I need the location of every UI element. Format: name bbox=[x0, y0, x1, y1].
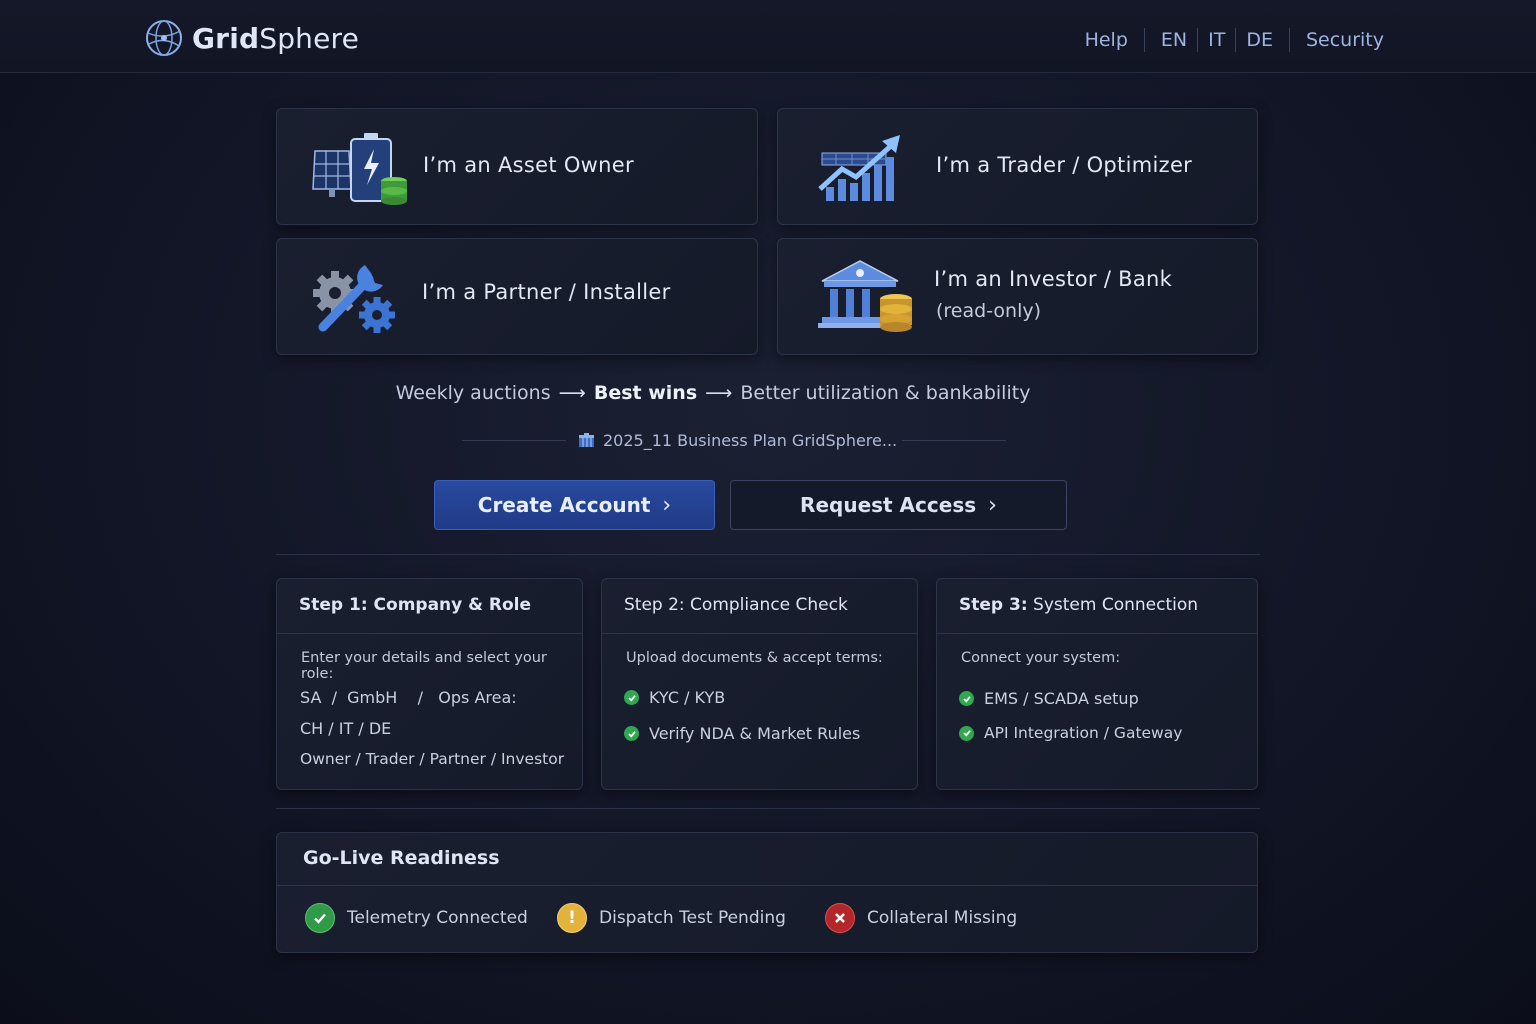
top-nav: Help EN IT DE Security bbox=[1085, 28, 1384, 52]
status-label: Collateral Missing bbox=[867, 908, 1018, 928]
battery-solar-icon bbox=[312, 133, 407, 205]
request-access-label: Request Access bbox=[800, 493, 977, 517]
step-2-card: Step 2: Compliance Check Upload document… bbox=[601, 578, 918, 790]
step-1-card: Step 1: Company & Role Enter your detail… bbox=[276, 578, 583, 790]
arrow-right-icon: ⟶ bbox=[705, 382, 733, 404]
step-3-title: Step 3: System Connection bbox=[959, 595, 1199, 615]
tagline-part1: Weekly auctions bbox=[395, 382, 551, 404]
check-circle-icon bbox=[624, 690, 639, 705]
step-3-card: Step 3: System Connection Connect your s… bbox=[936, 578, 1258, 790]
step-2-header: Step 2: Compliance Check bbox=[602, 579, 917, 634]
role-card-partner[interactable]: I’m a Partner / Installer bbox=[276, 238, 758, 355]
top-bar: GridSphere Help EN IT DE Security bbox=[0, 0, 1536, 73]
step-3-item-api: API Integration / Gateway bbox=[959, 724, 1182, 742]
chart-arrow-icon bbox=[818, 135, 900, 201]
check-circle-icon bbox=[959, 691, 974, 706]
status-telemetry: Telemetry Connected bbox=[305, 903, 528, 933]
status-label: Dispatch Test Pending bbox=[599, 908, 786, 928]
step-3-description: Connect your system: bbox=[961, 650, 1121, 666]
plan-divider-right bbox=[902, 440, 1006, 441]
role-label: I’m a Trader / Optimizer bbox=[936, 153, 1193, 177]
nav-divider bbox=[1197, 28, 1199, 52]
role-card-asset-owner[interactable]: I’m an Asset Owner bbox=[276, 108, 758, 225]
step-2-description: Upload documents & accept terms: bbox=[626, 650, 883, 666]
section-divider bbox=[276, 808, 1260, 809]
brand-logo[interactable]: GridSphere bbox=[144, 18, 359, 58]
role-card-trader[interactable]: I’m a Trader / Optimizer bbox=[777, 108, 1258, 225]
lang-it-link[interactable]: IT bbox=[1208, 29, 1225, 51]
role-label: I’m an Investor / Bank bbox=[934, 267, 1173, 291]
step-2-item-label: KYC / KYB bbox=[649, 688, 726, 707]
chevron-right-icon: › bbox=[662, 492, 672, 518]
business-plan-link[interactable]: 2025_11 Business Plan GridSphere... bbox=[578, 431, 897, 450]
step-1-title: Step 1: Company & Role bbox=[299, 595, 532, 615]
error-x-icon bbox=[825, 903, 855, 933]
check-circle-icon bbox=[624, 726, 639, 741]
step-3-item-label: API Integration / Gateway bbox=[984, 724, 1183, 742]
bank-coins-icon bbox=[818, 260, 912, 332]
document-icon bbox=[579, 433, 594, 447]
step-3-header: Step 3: System Connection bbox=[937, 579, 1257, 634]
gear-wrench-icon bbox=[313, 265, 395, 333]
create-account-label: Create Account bbox=[477, 493, 651, 517]
step-1-company-types: SA / GmbH / Ops Area: bbox=[300, 688, 517, 707]
check-circle-icon bbox=[305, 903, 335, 933]
check-circle-icon bbox=[959, 725, 974, 741]
arrow-right-icon: ⟶ bbox=[558, 382, 586, 404]
go-live-readiness-panel: Go-Live Readiness Telemetry Connected ! … bbox=[276, 832, 1258, 953]
tagline-part3: Better utilization & bankability bbox=[740, 382, 1031, 404]
readiness-divider bbox=[277, 885, 1257, 886]
status-label: Telemetry Connected bbox=[347, 908, 528, 928]
step-3-item-label: EMS / SCADA setup bbox=[984, 689, 1139, 708]
brand-name: GridSphere bbox=[192, 21, 360, 55]
request-access-button[interactable]: Request Access › bbox=[730, 480, 1067, 530]
tagline: Weekly auctions ⟶ Best wins ⟶ Better utiliza… bbox=[0, 382, 1426, 404]
status-collateral: Collateral Missing bbox=[825, 903, 1017, 933]
lang-en-link[interactable]: EN bbox=[1161, 29, 1187, 51]
chevron-right-icon: › bbox=[988, 492, 997, 518]
nav-divider bbox=[1235, 28, 1237, 52]
step-2-item-kyc: KYC / KYB bbox=[624, 688, 725, 707]
step-3-item-ems: EMS / SCADA setup bbox=[959, 689, 1139, 708]
nav-divider bbox=[1143, 28, 1145, 52]
role-label: I’m an Asset Owner bbox=[423, 153, 634, 177]
role-label: I’m a Partner / Installer bbox=[422, 280, 671, 304]
step-2-title: Step 2: Compliance Check bbox=[624, 595, 848, 615]
step-1-roles: Owner / Trader / Partner / Investor bbox=[300, 750, 565, 768]
readiness-title: Go-Live Readiness bbox=[303, 847, 500, 869]
step-2-item-nda: Verify NDA & Market Rules bbox=[624, 724, 860, 743]
step-1-description: Enter your details and select your role: bbox=[301, 650, 547, 682]
role-sublabel: (read-only) bbox=[936, 300, 1042, 322]
step-1-ops-area: CH / IT / DE bbox=[300, 719, 392, 738]
status-dispatch: ! Dispatch Test Pending bbox=[557, 903, 786, 933]
role-card-investor[interactable]: I’m an Investor / Bank (read-only) bbox=[777, 238, 1258, 355]
business-plan-label: 2025_11 Business Plan GridSphere... bbox=[603, 431, 898, 450]
section-divider bbox=[276, 554, 1260, 555]
warning-icon: ! bbox=[557, 903, 587, 933]
create-account-button[interactable]: Create Account › bbox=[434, 480, 715, 530]
step-1-header: Step 1: Company & Role bbox=[277, 579, 582, 634]
tagline-part2: Best wins bbox=[593, 382, 698, 404]
nav-security-link[interactable]: Security bbox=[1306, 29, 1384, 51]
plan-divider-left bbox=[462, 440, 566, 441]
lang-de-link[interactable]: DE bbox=[1246, 29, 1273, 51]
nav-divider bbox=[1288, 28, 1290, 52]
nav-help-link[interactable]: Help bbox=[1085, 29, 1128, 51]
step-2-item-label: Verify NDA & Market Rules bbox=[649, 724, 861, 743]
globe-icon bbox=[146, 20, 182, 56]
